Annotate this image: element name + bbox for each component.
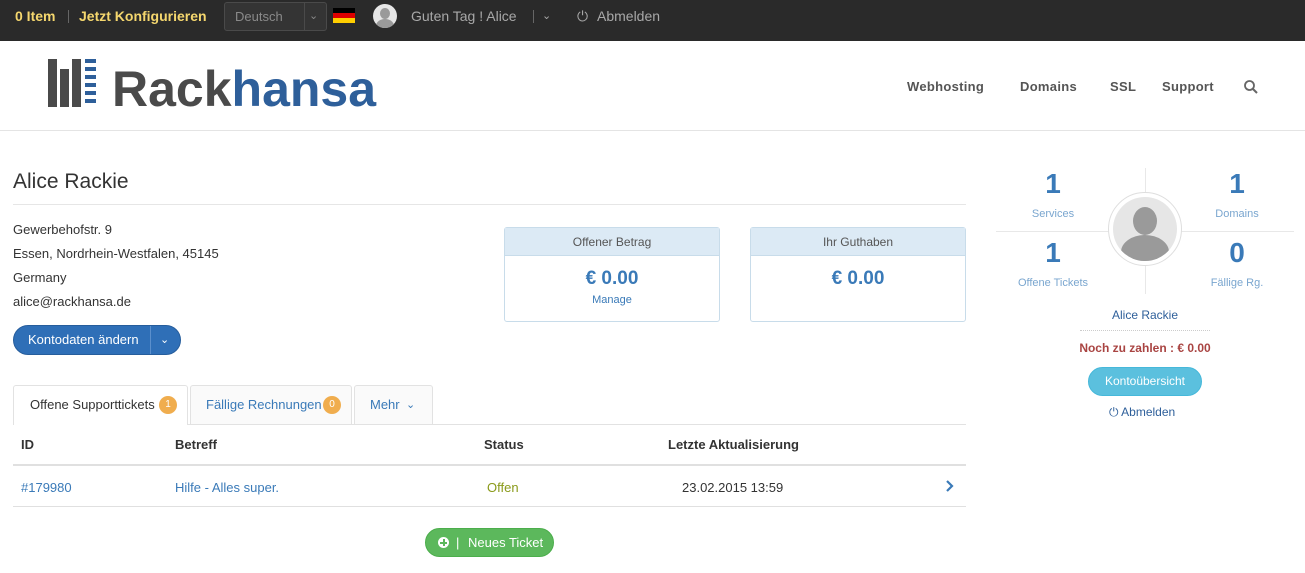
ticket-status: Offen	[487, 480, 519, 495]
brand-logo[interactable]: Rackhansa	[112, 61, 376, 117]
logo-text-part1: Rack	[112, 61, 232, 117]
ticket-subject-link[interactable]: Hilfe - Alles super.	[175, 480, 279, 495]
table-header-divider	[13, 464, 966, 466]
column-header-updated: Letzte Aktualisierung	[668, 437, 799, 452]
open-amount-value: € 0.00	[585, 268, 639, 289]
domains-count[interactable]: 1	[1182, 168, 1292, 200]
top-bar: 0 Item Jetzt Konfigurieren Deutsch ⌄ Gut…	[0, 0, 1305, 41]
tab-due-invoices[interactable]: Fällige Rechnungen 0	[190, 385, 352, 424]
tab-label: Mehr	[370, 397, 400, 412]
open-tickets-label[interactable]: Offene Tickets	[998, 277, 1108, 289]
credit-value: € 0.00	[831, 268, 885, 289]
domains-label[interactable]: Domains	[1182, 208, 1292, 220]
new-ticket-label: Neues Ticket	[468, 535, 544, 550]
search-icon[interactable]	[1243, 79, 1259, 95]
services-label[interactable]: Services	[998, 208, 1108, 220]
tab-more[interactable]: Mehr ⌄	[354, 385, 433, 424]
open-tickets-count[interactable]: 1	[998, 237, 1108, 269]
power-icon[interactable]: ⏻	[577, 0, 588, 32]
user-avatar-icon	[373, 4, 397, 28]
manage-link[interactable]: Manage	[505, 294, 719, 306]
tab-open-tickets[interactable]: Offene Supporttickets 1	[13, 385, 188, 425]
user-greeting[interactable]: Guten Tag ! Alice	[411, 0, 517, 32]
account-overview-button[interactable]: Kontoübersicht	[1088, 367, 1202, 396]
edit-account-button[interactable]: Kontodaten ändern ⌄	[13, 325, 181, 355]
address-country: Germany	[13, 270, 67, 285]
tab-badge: 1	[159, 396, 177, 414]
chevron-down-icon[interactable]: ⌄	[160, 326, 169, 354]
chevron-down-icon[interactable]: ⌄	[542, 0, 551, 32]
language-divider	[304, 3, 305, 30]
row-divider	[13, 506, 966, 507]
logo-bars-icon[interactable]	[48, 59, 96, 107]
tab-label: Offene Supporttickets	[30, 397, 155, 412]
account-email: alice@rackhansa.de	[13, 294, 131, 309]
page-title: Alice Rackie	[13, 170, 129, 193]
nav-domains[interactable]: Domains	[1020, 79, 1077, 94]
address-city: Essen, Nordrhein-Westfalen, 45145	[13, 246, 219, 261]
ticket-id-link[interactable]: #179980	[21, 480, 72, 495]
credit-panel: Ihr Guthaben € 0.00	[750, 227, 966, 322]
due-invoices-label[interactable]: Fällige Rg.	[1182, 277, 1292, 289]
amount-due: Noch zu zahlen : € 0.00	[1079, 341, 1211, 355]
sidebar-logout-label: Abmelden	[1121, 405, 1176, 419]
chevron-down-icon: ⌄	[309, 10, 319, 22]
profile-avatar-icon	[1108, 192, 1182, 266]
button-divider	[150, 326, 151, 354]
site-header: Rackhansa Webhosting Domains SSL Support	[0, 41, 1305, 131]
topbar-divider	[68, 10, 69, 23]
nav-support[interactable]: Support	[1162, 79, 1214, 94]
plus-circle-icon	[438, 537, 449, 548]
sidebar-logout-link[interactable]: ⏻ Abmelden	[1109, 405, 1175, 420]
german-flag-icon[interactable]	[333, 8, 355, 23]
language-value: Deutsch	[235, 9, 283, 24]
column-header-id: ID	[21, 437, 34, 452]
nav-webhosting[interactable]: Webhosting	[907, 79, 984, 94]
topbar-divider	[533, 10, 534, 23]
due-invoices-count[interactable]: 0	[1182, 237, 1292, 269]
sidebar-user-name[interactable]: Alice Rackie	[1080, 308, 1210, 322]
open-amount-title: Offener Betrag	[505, 228, 719, 256]
logout-link[interactable]: Abmelden	[597, 0, 660, 32]
ticket-updated: 23.02.2015 13:59	[682, 480, 784, 495]
tab-badge: 0	[323, 396, 341, 414]
services-count[interactable]: 1	[998, 168, 1108, 200]
column-header-status: Status	[484, 437, 524, 452]
credit-title: Ihr Guthaben	[751, 228, 965, 256]
chevron-down-icon: ⌄	[406, 399, 416, 411]
column-header-subject: Betreff	[175, 437, 217, 452]
address-street: Gewerbehofstr. 9	[13, 222, 112, 237]
title-divider	[13, 204, 966, 205]
configure-link[interactable]: Jetzt Konfigurieren	[79, 0, 207, 32]
cart-link[interactable]: 0 Item	[15, 0, 55, 32]
button-separator: |	[456, 535, 460, 550]
nav-ssl[interactable]: SSL	[1110, 79, 1136, 94]
tab-label: Fällige Rechnungen	[206, 397, 322, 412]
sidebar-name-divider	[1080, 330, 1210, 331]
chevron-right-icon[interactable]	[943, 478, 957, 494]
open-amount-panel: Offener Betrag € 0.00 Manage	[504, 227, 720, 322]
power-icon: ⏻	[1109, 405, 1119, 419]
new-ticket-button[interactable]: | Neues Ticket	[425, 528, 554, 557]
logo-text-part2: hansa	[231, 61, 377, 117]
edit-account-label: Kontodaten ändern	[28, 332, 139, 347]
language-select[interactable]: Deutsch ⌄	[224, 2, 327, 31]
